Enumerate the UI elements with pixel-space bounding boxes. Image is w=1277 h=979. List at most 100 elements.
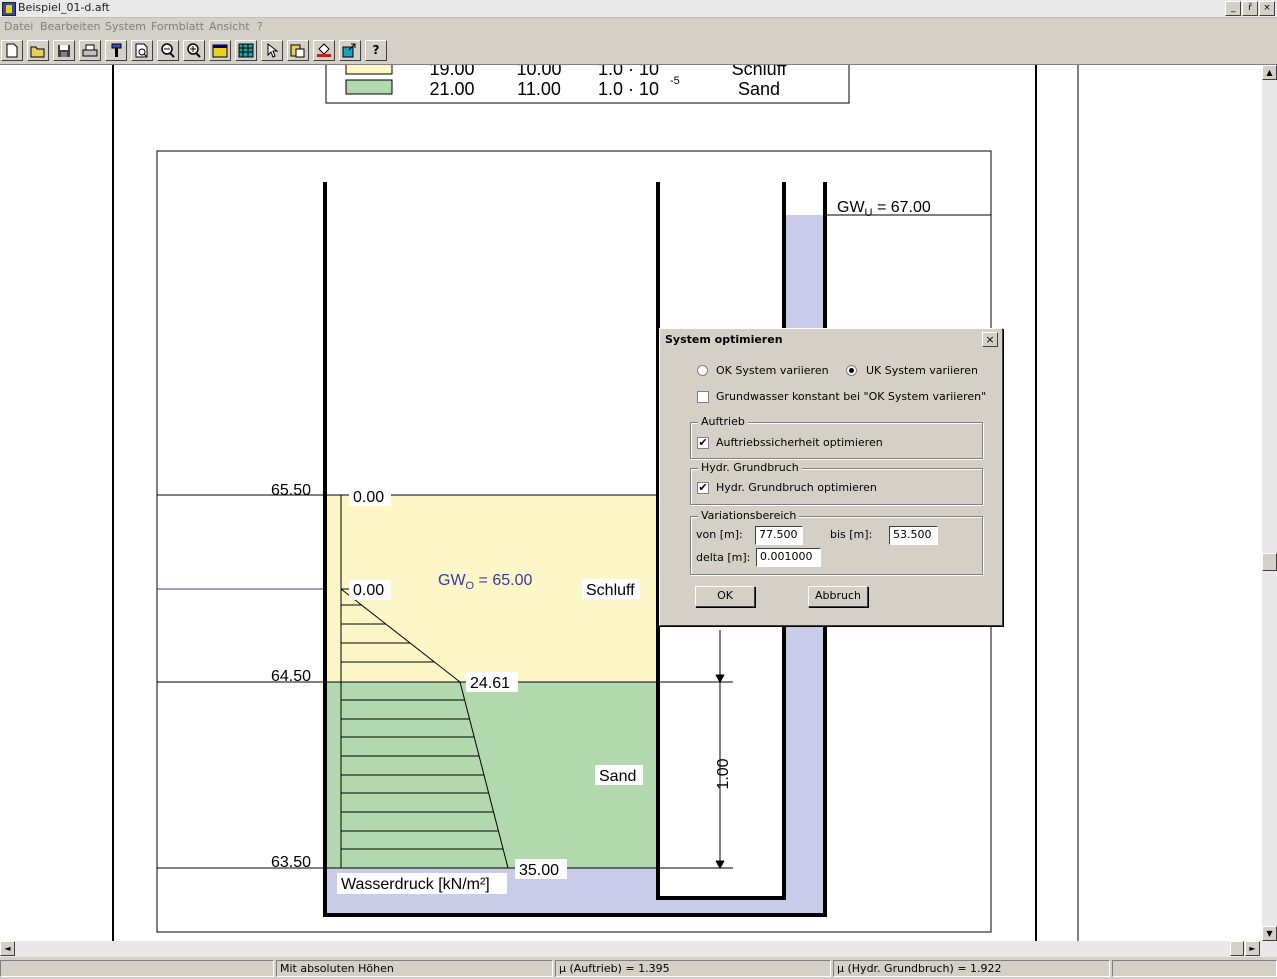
- menu-system[interactable]: System: [105, 20, 146, 33]
- menu-help[interactable]: ?: [257, 20, 263, 33]
- checkbox-gw-konstant[interactable]: [697, 391, 709, 403]
- legend-soil: Schluff: [732, 65, 788, 79]
- print-preview-button[interactable]: [131, 40, 153, 61]
- group-grundbruch-label: Hydr. Grundbruch: [698, 461, 802, 474]
- ok-button[interactable]: OK: [695, 586, 755, 607]
- checkbox-grundbruch[interactable]: ✔: [697, 482, 709, 494]
- legend-soil: Sand: [738, 79, 780, 99]
- delta-label: delta [m]:: [696, 551, 751, 564]
- horizontal-scroll-thumb[interactable]: [1230, 941, 1244, 956]
- zoom-in-button[interactable]: [183, 40, 205, 61]
- status-grundbruch: μ (Hydr. Grundbruch) = 1.922: [833, 960, 1110, 977]
- legend-swatch-schluff: [345, 65, 393, 75]
- dialog-close-button[interactable]: ×: [982, 332, 998, 347]
- cancel-button[interactable]: Abbruch: [808, 586, 868, 607]
- menu-bearbeiten[interactable]: Bearbeiten: [40, 20, 100, 33]
- vertical-scrollbar[interactable]: ▲ ▼: [1262, 65, 1277, 941]
- soil-label-sand: Sand: [599, 768, 636, 785]
- delta-input[interactable]: 0.001000: [756, 548, 821, 567]
- legend-gamma: 19.00: [429, 65, 474, 79]
- status-bar: Mit absoluten Höhen μ (Auftrieb) = 1.395…: [0, 958, 1277, 979]
- tool-button[interactable]: [105, 40, 127, 61]
- radio-uk-label[interactable]: UK System variieren: [866, 364, 978, 377]
- zoom-out-button[interactable]: [157, 40, 179, 61]
- scroll-down-button[interactable]: ▼: [1262, 926, 1277, 941]
- status-pane-end: [1112, 960, 1277, 977]
- scroll-right-button[interactable]: ►: [1245, 941, 1260, 956]
- radio-ok-label[interactable]: OK System variieren: [716, 364, 829, 377]
- dialog-title-bar: System optimieren ×: [662, 331, 1000, 349]
- new-file-icon: [6, 43, 18, 58]
- save-button[interactable]: [53, 40, 75, 61]
- radio-ok-system[interactable]: [697, 365, 708, 376]
- group-variation-label: Variationsbereich: [698, 509, 800, 522]
- checkbox-gw-label[interactable]: Grundwasser konstant bei "OK System vari…: [716, 390, 986, 403]
- system-optimieren-dialog: System optimieren × OK System variieren …: [659, 328, 1003, 626]
- export-icon: [342, 43, 356, 58]
- open-folder-icon: [30, 46, 45, 58]
- color-fill-icon: [317, 43, 331, 57]
- print-button[interactable]: [79, 40, 101, 61]
- elevation-label: 65.50: [271, 482, 311, 499]
- legend-table: 19.00 10.00 1.0 · 10 -4 Schluff 21.00 11…: [325, 65, 850, 104]
- system-drawing: 19.00 10.00 1.0 · 10 -4 Schluff 21.00 11…: [112, 65, 1079, 941]
- legend-k: 1.0 · 10: [598, 65, 659, 79]
- group-variation: [690, 516, 983, 575]
- menu-ansicht[interactable]: Ansicht: [209, 20, 250, 33]
- drawing-canvas[interactable]: 19.00 10.00 1.0 · 10 -4 Schluff 21.00 11…: [0, 65, 1262, 941]
- legend-k-exp: -4: [670, 65, 680, 67]
- elevation-label: 64.50: [271, 668, 311, 685]
- pressure-label: 0.00: [353, 582, 384, 599]
- checkbox-auftrieb-label[interactable]: Auftriebssicherheit optimieren: [716, 436, 883, 449]
- radio-uk-system[interactable]: [846, 365, 857, 376]
- legend-gamma-prime: 10.00: [516, 65, 561, 79]
- restore-button[interactable]: ř: [1242, 1, 1258, 16]
- app-icon: [2, 2, 16, 16]
- calculator-button[interactable]: [235, 40, 257, 61]
- save-icon: [58, 45, 70, 57]
- open-button[interactable]: [27, 40, 49, 61]
- export-button[interactable]: [339, 40, 361, 61]
- elevation-label: 63.50: [271, 854, 311, 871]
- clipboard-icon: [290, 44, 305, 58]
- window-button[interactable]: [209, 40, 231, 61]
- pressure-label: 35.00: [519, 862, 559, 879]
- bis-input[interactable]: 53.500: [889, 526, 938, 545]
- tool-icon: [111, 43, 122, 57]
- menu-bar: Datei Bearbeiten System Formblatt Ansich…: [0, 18, 1277, 36]
- group-auftrieb-label: Auftrieb: [698, 415, 748, 428]
- print-preview-icon: [135, 43, 148, 58]
- legend-gamma-prime: 11.00: [517, 79, 561, 99]
- pointer-button[interactable]: [261, 40, 283, 61]
- menu-formblatt[interactable]: Formblatt: [151, 20, 204, 33]
- pointer-icon: [267, 42, 279, 58]
- close-button[interactable]: ×: [1259, 1, 1275, 16]
- von-input[interactable]: 77.500: [755, 526, 803, 545]
- legend-swatch-sand: [345, 79, 393, 95]
- print-icon: [82, 44, 98, 57]
- legend-k: 1.0 · 10: [598, 79, 659, 99]
- pressure-label: 24.61: [470, 675, 510, 692]
- checkbox-grundbruch-label[interactable]: Hydr. Grundbruch optimieren: [716, 481, 877, 494]
- horizontal-scrollbar[interactable]: ◄ ►: [0, 941, 1277, 957]
- status-auftrieb: μ (Auftrieb) = 1.395: [555, 960, 831, 977]
- menu-datei[interactable]: Datei: [4, 20, 33, 33]
- vertical-scroll-thumb[interactable]: [1262, 553, 1277, 571]
- title-bar: Beispiel_01-d.aft _ ř ×: [0, 0, 1277, 18]
- help-icon: ?: [372, 43, 380, 57]
- new-file-button[interactable]: [1, 40, 23, 61]
- clipboard-button[interactable]: [287, 40, 309, 61]
- status-mode: Mit absoluten Höhen: [276, 960, 553, 977]
- minimize-button[interactable]: _: [1225, 1, 1241, 16]
- legend-gamma: 21.00: [429, 79, 474, 99]
- zoom-out-icon: [161, 43, 175, 58]
- checkbox-auftrieb[interactable]: ✔: [697, 437, 709, 449]
- scroll-left-button[interactable]: ◄: [0, 941, 15, 956]
- scroll-up-button[interactable]: ▲: [1262, 65, 1277, 80]
- zoom-in-icon: [187, 43, 201, 58]
- help-button[interactable]: ?: [365, 40, 387, 61]
- soil-label-schluff: Schluff: [586, 582, 635, 599]
- window-title: Beispiel_01-d.aft: [18, 1, 110, 14]
- color-fill-button[interactable]: [313, 40, 335, 61]
- dimension-label: 1.00: [715, 758, 732, 789]
